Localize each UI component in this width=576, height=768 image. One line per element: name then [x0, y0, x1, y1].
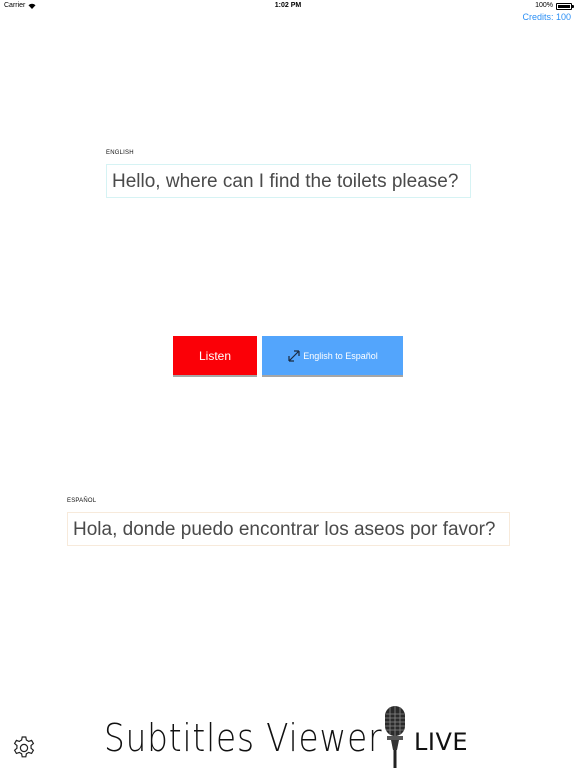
battery-icon: [556, 2, 574, 10]
swap-arrows-icon: [288, 349, 300, 362]
language-direction-button[interactable]: English to Español: [262, 336, 403, 375]
battery-percent: 100%: [535, 2, 553, 9]
microphone-icon: [385, 706, 405, 768]
target-text-field: Hola, donde puedo encontrar los aseos po…: [67, 512, 510, 546]
status-battery: 100%: [535, 0, 574, 12]
language-direction-label: English to Español: [303, 350, 378, 361]
screen: Carrier 1:02 PM 100% Credits: 100 ENGLIS…: [0, 0, 576, 768]
app-logo: Subtitles Viewer LIVE: [104, 704, 476, 768]
credits-link[interactable]: Credits: 100: [522, 12, 571, 22]
logo-title: Subtitles Viewer: [104, 716, 383, 760]
source-text-field[interactable]: Hello, where can I find the toilets plea…: [106, 164, 471, 198]
listen-button-label: Listen: [198, 348, 232, 363]
target-language-label: ESPAÑOL: [67, 498, 97, 504]
logo-suffix: LIVE: [414, 728, 469, 756]
status-time: 1:02 PM: [274, 2, 302, 9]
source-language-label: ENGLISH: [106, 150, 134, 156]
gear-icon: [13, 736, 35, 758]
settings-button[interactable]: [11, 735, 37, 761]
listen-button[interactable]: Listen: [173, 336, 257, 375]
status-bar: Carrier 1:02 PM 100%: [0, 0, 576, 12]
